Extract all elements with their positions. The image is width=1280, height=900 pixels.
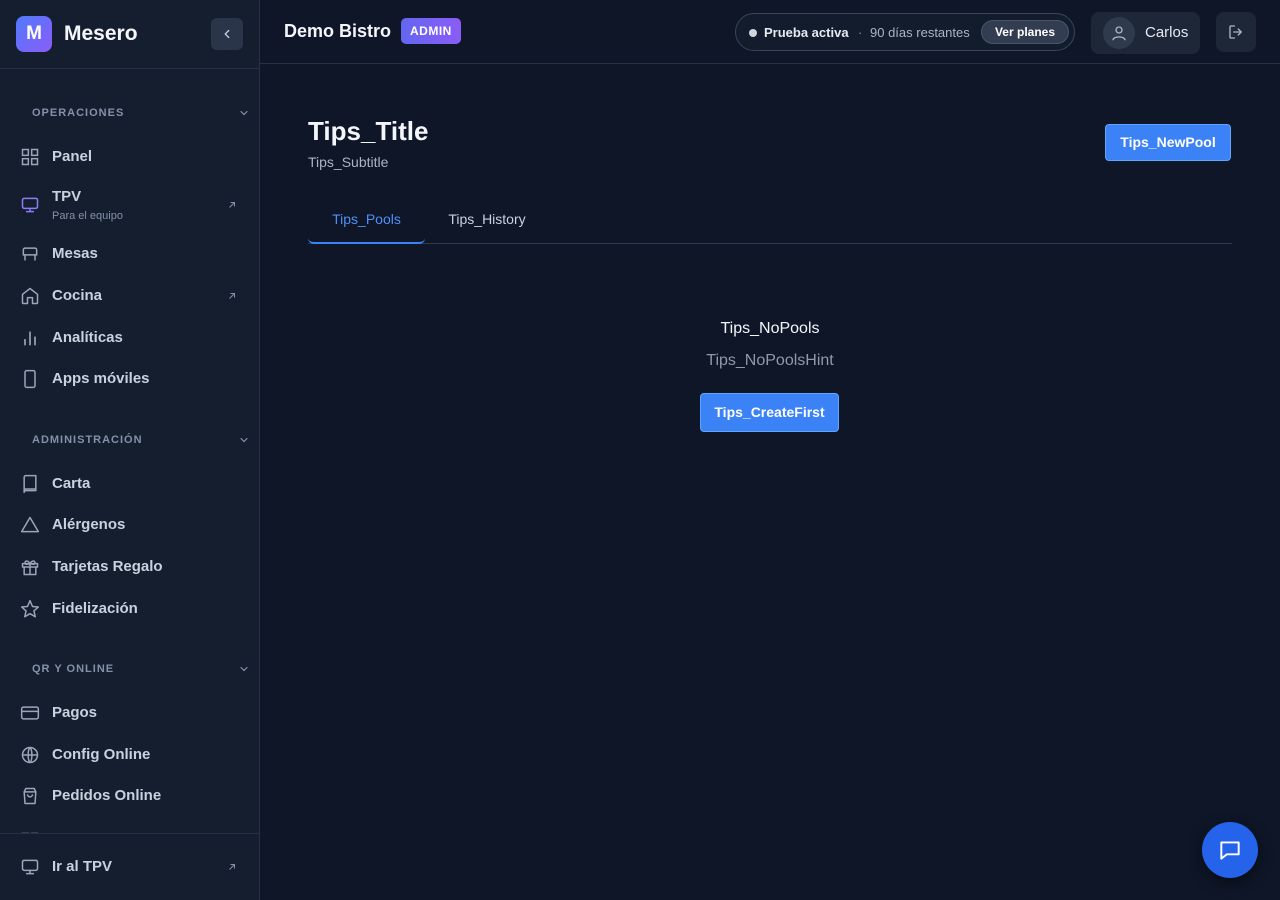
chevron-down-icon[interactable] — [238, 107, 250, 119]
organization-name: Demo Bistro — [284, 21, 392, 41]
app-name: Mesero — [64, 22, 138, 45]
chat-support-button[interactable] — [1202, 822, 1258, 878]
smartphone-icon — [24, 369, 36, 389]
sidebar-item-label: Pagos — [52, 704, 98, 721]
new-pool-button[interactable]: Tips_NewPool — [1105, 124, 1231, 161]
sidebar-item-partial[interactable] — [0, 821, 259, 833]
sidebar-item-fidelizacion[interactable]: Fidelización — [0, 589, 259, 629]
external-link-icon — [229, 202, 235, 208]
tab-history[interactable]: Tips_History — [425, 196, 549, 244]
tabs: Tips_Pools Tips_History — [308, 196, 1232, 244]
app-logo[interactable]: M — [16, 16, 52, 52]
trial-status: Prueba activa — [764, 25, 849, 40]
sidebar-item-tpv[interactable]: TPV Para el equipo — [0, 179, 259, 227]
user-menu[interactable]: Carlos — [1091, 12, 1200, 54]
external-link-icon — [229, 293, 235, 299]
globe-icon — [21, 746, 39, 764]
sidebar-item-sublabel: Para el equipo — [52, 210, 123, 222]
sidebar-item-label: Panel — [52, 148, 93, 165]
sidebar-item-mesas[interactable]: Mesas — [0, 234, 259, 274]
sidebar-nav[interactable]: OPERACIONES Panel TPV Para el equipo Mes… — [0, 69, 259, 833]
sidebar-item-config-online[interactable]: Config Online — [0, 735, 259, 775]
sidebar-item-label: Cocina — [52, 287, 103, 304]
sidebar-item-cocina[interactable]: Cocina — [0, 276, 259, 316]
create-first-pool-button[interactable]: Tips_CreateFirst — [700, 393, 839, 432]
alert-triangle-icon — [20, 516, 40, 533]
sidebar-item-tarjetas-regalo[interactable]: Tarjetas Regalo — [0, 547, 259, 587]
chevron-down-icon[interactable] — [238, 434, 250, 446]
section-title-operaciones[interactable]: OPERACIONES — [32, 107, 124, 119]
star-icon — [20, 599, 40, 618]
user-icon — [1112, 26, 1126, 41]
sidebar-item-pagos[interactable]: Pagos — [0, 693, 259, 733]
credit-card-icon — [20, 706, 40, 720]
user-name: Carlos — [1145, 24, 1189, 41]
chevron-down-icon[interactable] — [238, 663, 250, 675]
shopping-bag-icon — [23, 787, 37, 805]
sidebar-item-label: Apps móviles — [52, 370, 150, 387]
sidebar-item-label: Mesas — [52, 245, 98, 262]
avatar — [1103, 17, 1135, 49]
go-to-tpv-label: Ir al TPV — [52, 858, 113, 875]
sidebar-footer: Ir al TPV — [0, 833, 259, 900]
collapse-sidebar-button[interactable] — [211, 18, 243, 50]
bar-chart-icon — [24, 331, 36, 346]
sidebar-item-label: Carta — [52, 475, 91, 492]
logout-button[interactable] — [1216, 12, 1256, 52]
trial-separator: · — [858, 25, 863, 40]
chevron-left-icon — [224, 29, 230, 39]
monitor-icon — [21, 859, 39, 875]
go-to-tpv-link[interactable]: Ir al TPV — [0, 847, 259, 887]
gift-icon — [21, 560, 39, 576]
sidebar-item-label: Fidelización — [52, 600, 138, 617]
sidebar-item-label: Pedidos Online — [52, 787, 162, 804]
tab-pools[interactable]: Tips_Pools — [308, 196, 425, 244]
sidebar: M Mesero OPERACIONES Panel TPV Para el e… — [0, 0, 260, 900]
page-subtitle: Tips_Subtitle — [308, 154, 389, 170]
trial-status-pill: Prueba activa · 90 días restantes Ver pl… — [735, 13, 1075, 51]
trial-status-dot — [749, 29, 757, 37]
sidebar-item-label: Alérgenos — [52, 516, 126, 533]
monitor-icon — [21, 197, 39, 213]
sidebar-item-analiticas[interactable]: Analíticas — [0, 318, 259, 358]
section-title-qr-online[interactable]: QR Y ONLINE — [32, 663, 114, 675]
book-icon — [23, 474, 37, 494]
home-icon — [21, 287, 39, 305]
external-link-icon — [229, 864, 235, 870]
sidebar-item-label: Analíticas — [52, 329, 123, 346]
sidebar-item-label: Tarjetas Regalo — [52, 558, 163, 575]
sidebar-item-alergenos[interactable]: Alérgenos — [0, 505, 259, 545]
empty-state-hint: Tips_NoPoolsHint — [706, 352, 834, 369]
sidebar-item-pedidos-online[interactable]: Pedidos Online — [0, 776, 259, 816]
logout-icon — [1229, 25, 1242, 39]
table-icon — [22, 247, 38, 261]
sidebar-item-panel[interactable]: Panel — [0, 137, 259, 177]
top-header: Demo Bistro ADMIN Prueba activa · 90 día… — [260, 0, 1280, 64]
role-badge: ADMIN — [401, 18, 461, 44]
section-title-administracion[interactable]: ADMINISTRACIÓN — [32, 434, 143, 446]
sidebar-brand: M Mesero — [0, 0, 259, 69]
sidebar-item-label: TPV — [52, 188, 82, 205]
sidebar-item-carta[interactable]: Carta — [0, 464, 259, 504]
sidebar-item-apps-moviles[interactable]: Apps móviles — [0, 359, 259, 399]
empty-state-title: Tips_NoPools — [720, 320, 820, 337]
page-title: Tips_Title — [308, 116, 429, 146]
trial-days-left: 90 días restantes — [870, 25, 970, 40]
grid-icon — [21, 148, 39, 166]
sidebar-item-label: Config Online — [52, 746, 151, 763]
view-plans-button[interactable]: Ver planes — [981, 20, 1069, 44]
chat-icon — [1220, 841, 1240, 860]
